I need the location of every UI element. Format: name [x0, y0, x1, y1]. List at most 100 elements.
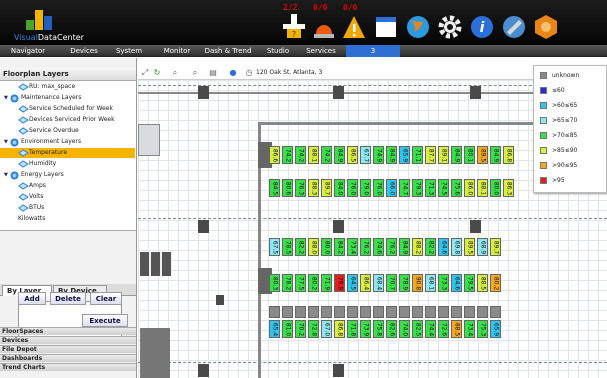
rack-cell[interactable]: 80.0 [321, 238, 332, 256]
rack-cell[interactable]: 74.7 [399, 179, 410, 197]
rack-cell[interactable]: 89.5 [464, 238, 475, 256]
rack-cell[interactable]: 88.3 [308, 179, 319, 197]
rack-cell[interactable]: 80.0 [490, 179, 501, 197]
info-icon[interactable]: i [469, 12, 495, 40]
globe-icon[interactable] [405, 12, 431, 40]
layer-item[interactable]: BTUs [0, 203, 135, 213]
calendar-icon[interactable] [373, 12, 399, 40]
rack-cell[interactable]: 80.2 [308, 274, 319, 292]
rack-cell[interactable]: 73.9 [360, 320, 371, 338]
rack-cell-unknown[interactable] [451, 306, 462, 318]
expand-icon[interactable]: ⤢ [140, 68, 150, 78]
zoom-out-icon[interactable]: ⌕ [190, 68, 200, 78]
nav-devices[interactable]: Devices [58, 45, 110, 57]
rack-cell[interactable]: 84.9 [490, 146, 501, 164]
rack-cell[interactable]: 78.2 [282, 274, 293, 292]
rack-cell-unknown[interactable] [464, 306, 475, 318]
rack-cell[interactable]: 73.4 [464, 320, 475, 338]
layer-item[interactable]: Temperature [0, 148, 135, 158]
rack-cell[interactable]: 71.3 [425, 179, 436, 197]
layer-item[interactable]: ▼ Maintenance Layers [0, 93, 135, 103]
rack-cell[interactable]: 75.8 [373, 320, 384, 338]
rack-cell[interactable]: 84.9 [451, 146, 462, 164]
rack-cell-unknown[interactable] [321, 306, 332, 318]
rack-cell[interactable]: 86.3 [503, 179, 514, 197]
rack-cell[interactable]: 84.9 [334, 146, 345, 164]
rack-cell[interactable]: 76.2 [386, 238, 397, 256]
rack-cell[interactable]: 88.5 [451, 320, 462, 338]
rack-cell[interactable]: 64.6 [451, 274, 462, 292]
rack-cell-unknown[interactable] [386, 306, 397, 318]
nav-monitor[interactable]: Monitor [160, 45, 194, 57]
accordion-dashboards[interactable]: Dashboards [0, 354, 136, 362]
server-cabinet-block[interactable] [140, 252, 172, 276]
nav-studio[interactable]: Studio [260, 45, 296, 57]
rack-cell[interactable]: 86.6 [269, 146, 280, 164]
rack-cell[interactable]: 64.6 [438, 238, 449, 256]
rack-cell[interactable]: 76.0 [373, 179, 384, 197]
rack-cell[interactable]: 66.0 [386, 179, 397, 197]
rack-cell[interactable]: 65.9 [399, 146, 410, 164]
rack-cell-unknown[interactable] [269, 306, 280, 318]
rack-cell[interactable]: 74.0 [399, 320, 410, 338]
rack-cell[interactable]: 69.8 [451, 238, 462, 256]
rack-cell-unknown[interactable] [399, 306, 410, 318]
zoom-in-icon[interactable]: ⌕ [170, 68, 180, 78]
warning-triangle-icon[interactable] [341, 12, 367, 40]
rack-cell-unknown[interactable] [295, 306, 306, 318]
rack-cell-unknown[interactable] [425, 306, 436, 318]
rack-cell[interactable]: 77.5 [295, 274, 306, 292]
rack-cell[interactable]: 79.3 [412, 179, 423, 197]
rack-cell[interactable]: 74.4 [425, 320, 436, 338]
rack-cell[interactable]: 78.9 [399, 274, 410, 292]
rack-cell[interactable]: 86.4 [360, 274, 371, 292]
rack-cell[interactable]: 68.9 [477, 238, 488, 256]
rack-cell[interactable]: 79.9 [334, 274, 345, 292]
layer-item[interactable]: Devices Serviced Prior Week [0, 115, 135, 125]
rack-cell[interactable]: 88.1 [308, 146, 319, 164]
beacon-alarm-icon[interactable] [311, 12, 337, 40]
rack-cell[interactable]: 86.5 [347, 146, 358, 164]
layer-item[interactable]: Amps [0, 181, 135, 191]
rack-cell-unknown[interactable] [412, 306, 423, 318]
nav-navigator[interactable]: Navigator [0, 45, 56, 57]
rack-cell[interactable]: 82.2 [295, 238, 306, 256]
rack-cell-unknown[interactable] [282, 306, 293, 318]
delete-button[interactable]: Delete [50, 292, 86, 305]
execute-button[interactable]: Execute [82, 314, 128, 327]
rack-cell[interactable]: 71.1 [412, 146, 423, 164]
rack-cell-unknown[interactable] [477, 306, 488, 318]
rack-cell[interactable]: 65.4 [269, 320, 280, 338]
rack-cell[interactable]: 82.5 [412, 320, 423, 338]
rack-cell-unknown[interactable] [360, 306, 371, 318]
rack-cell[interactable]: 89.5 [477, 146, 488, 164]
expand-toggle-icon[interactable]: ▼ [4, 173, 9, 178]
rack-cell-unknown[interactable] [490, 306, 501, 318]
rack-cell[interactable]: 80.3 [269, 274, 280, 292]
rack-cell[interactable]: 68.4 [373, 274, 384, 292]
satellite-icon[interactable] [501, 12, 527, 40]
rack-cell[interactable]: 76.2 [360, 238, 371, 256]
rack-cell[interactable]: 71.9 [321, 274, 332, 292]
layer-item[interactable]: ▼ Energy Layers [0, 170, 135, 180]
rack-cell[interactable]: 71.8 [347, 320, 358, 338]
rack-cell[interactable]: 80.1 [464, 146, 475, 164]
expand-toggle-icon[interactable]: ▼ [4, 140, 9, 145]
rack-cell[interactable]: 82.2 [425, 238, 436, 256]
print-icon[interactable]: ▤ [208, 68, 218, 78]
layer-item[interactable]: ▼ Environment Layers [0, 137, 135, 147]
layer-item[interactable]: RU: max_space [0, 82, 135, 92]
nav-floorplan-tab[interactable]: 3 [346, 45, 400, 57]
rack-cell-unknown[interactable] [373, 306, 384, 318]
accordion-floorspaces[interactable]: FloorSpaces [0, 327, 136, 335]
rack-cell[interactable]: 80.6 [282, 179, 293, 197]
accordion-devices[interactable]: Devices [0, 336, 136, 344]
rack-cell-unknown[interactable] [347, 306, 358, 318]
rack-cell[interactable]: 67.5 [269, 238, 280, 256]
rack-cell[interactable]: 79.5 [464, 274, 475, 292]
rack-cell[interactable]: 79.0 [360, 179, 371, 197]
rack-cell[interactable]: 86.8 [334, 320, 345, 338]
layer-item[interactable]: Volts [0, 192, 135, 202]
rack-cell[interactable]: 88.1 [477, 179, 488, 197]
rack-cell[interactable]: 72.6 [438, 320, 449, 338]
